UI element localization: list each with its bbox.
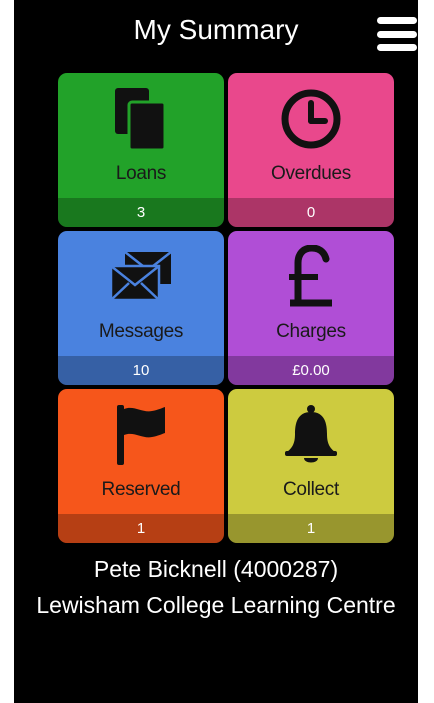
tile-label: Messages bbox=[98, 321, 184, 342]
tile-label: Loans bbox=[115, 163, 167, 184]
organisation-name: Lewisham College Learning Centre bbox=[36, 592, 396, 618]
tile-collect[interactable]: Collect 1 bbox=[228, 389, 394, 543]
clock-icon bbox=[228, 85, 394, 153]
page-title: My Summary bbox=[133, 14, 299, 45]
tile-count: 10 bbox=[58, 356, 224, 385]
menu-bar bbox=[377, 17, 417, 24]
tile-label: Charges bbox=[276, 321, 346, 342]
summary-grid: Loans 3 Overdues 0 Messages 10 Charges £… bbox=[58, 73, 394, 543]
envelopes-icon bbox=[58, 243, 224, 311]
documents-icon bbox=[58, 85, 224, 153]
tile-label: Overdues bbox=[271, 163, 351, 184]
tile-count: 1 bbox=[58, 514, 224, 543]
tile-reserved[interactable]: Reserved 1 bbox=[58, 389, 224, 543]
tile-charges[interactable]: Charges £0.00 bbox=[228, 231, 394, 385]
tile-messages[interactable]: Messages 10 bbox=[58, 231, 224, 385]
tile-label: Reserved bbox=[101, 479, 181, 500]
menu-bar bbox=[377, 30, 417, 38]
pound-sign-icon bbox=[228, 243, 394, 311]
tile-overdues[interactable]: Overdues 0 bbox=[228, 73, 394, 227]
menu-bar bbox=[377, 44, 417, 51]
app-screen: My Summary Loans 3 Overdues 0 Messages 1… bbox=[14, 0, 418, 703]
tile-count: £0.00 bbox=[228, 356, 394, 385]
header: My Summary bbox=[14, 0, 418, 66]
hamburger-menu-icon[interactable] bbox=[377, 17, 417, 51]
tile-loans[interactable]: Loans 3 bbox=[58, 73, 224, 227]
flag-icon bbox=[58, 401, 224, 469]
tile-label: Collect bbox=[283, 479, 339, 500]
bell-icon bbox=[228, 401, 394, 469]
tile-count: 0 bbox=[228, 198, 394, 227]
user-name: Pete Bicknell (4000287) bbox=[93, 556, 339, 582]
tile-count: 1 bbox=[228, 514, 394, 543]
tile-count: 3 bbox=[58, 198, 224, 227]
